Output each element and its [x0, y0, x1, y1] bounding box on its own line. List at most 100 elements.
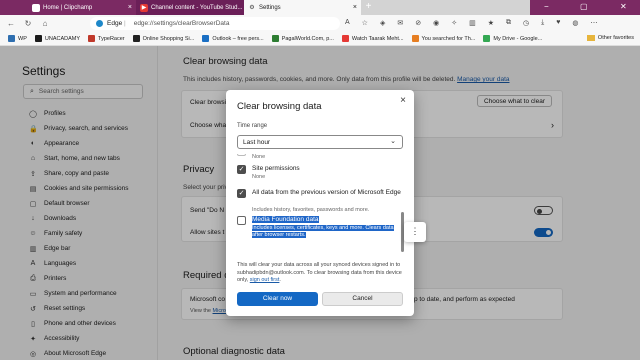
option-subtext: None [252, 174, 266, 180]
more-options-icon[interactable]: ⋮ [404, 222, 426, 242]
close-tab-icon[interactable]: × [350, 4, 357, 11]
tab-strip: Home | Clipchamp × ▶ Channel content - Y… [0, 0, 640, 15]
history-icon[interactable]: ◷ [523, 19, 529, 27]
favorite-label: UNACADAMY [44, 35, 81, 42]
favorite-item[interactable]: You searched for Th... [411, 35, 476, 42]
option-subtext: None [252, 154, 266, 160]
data-option-previous-edge[interactable]: ✓ All data from the previous version of … [237, 188, 401, 214]
favorites-bar: WP UNACADAMY TypeRacer Online Shopping S… [0, 32, 640, 46]
favorite-item[interactable]: Outlook – free pers... [202, 35, 264, 42]
home-icon[interactable]: ⌂ [39, 19, 51, 28]
clipchamp-icon [32, 3, 40, 12]
time-range-value: Last hour [243, 138, 271, 146]
close-window-icon[interactable]: ✕ [620, 2, 627, 11]
favorite-label: WP [18, 35, 27, 42]
favorite-item[interactable]: TypeRacer [88, 35, 125, 42]
option-subtext: Includes licenses, certificates, keys an… [252, 225, 394, 238]
option-checkbox[interactable] [237, 154, 246, 156]
favicon [8, 35, 15, 42]
favorite-item[interactable]: Online Shopping Si... [132, 35, 195, 42]
sign-out-link[interactable]: sign out first [250, 277, 280, 283]
favorite-label: You searched for Th... [421, 35, 476, 42]
option-title: All data from the previous version of Mi… [252, 189, 401, 196]
tab-title: Channel content - YouTube Stud... [151, 4, 243, 11]
folder-icon [586, 35, 595, 41]
favorite-label: Online Shopping Si... [142, 35, 195, 42]
extension-icon[interactable]: ◉ [433, 19, 439, 27]
option-checkbox[interactable]: ✓ [237, 165, 246, 174]
favorite-label: TypeRacer [98, 35, 125, 42]
favorite-label: My Drive - Google... [493, 35, 543, 42]
back-icon[interactable]: ← [5, 19, 17, 28]
favorite-item[interactable]: PagalWorld.Com, p... [271, 35, 334, 42]
extension-icon[interactable]: ♥ [556, 19, 560, 27]
gear-icon: ⚙ [249, 5, 255, 11]
tab-clipchamp[interactable]: Home | Clipchamp × [28, 0, 136, 15]
extension-icon[interactable]: ◈ [380, 19, 385, 27]
read-aloud-icon[interactable]: A [345, 19, 350, 27]
collections-icon[interactable]: ⧉ [506, 19, 511, 27]
close-icon[interactable]: × [400, 95, 406, 106]
favorite-label: Outlook – free pers... [212, 35, 264, 42]
favorite-item[interactable]: My Drive - Google... [483, 35, 542, 42]
time-range-label: Time range [237, 123, 268, 129]
option-subtext: Includes history, favorites, passwords a… [252, 207, 370, 213]
tab-title: Home | Clipchamp [43, 4, 93, 11]
favicon [202, 35, 210, 42]
favorite-item[interactable]: Watch Taarak Meht... [341, 35, 404, 42]
edge-icon [96, 20, 103, 27]
close-tab-icon[interactable]: × [125, 4, 132, 11]
time-range-select[interactable]: Last hour ⌄ [237, 135, 403, 149]
other-favorites-label: Other favorites [597, 35, 634, 41]
extension-icon[interactable]: ⊘ [415, 19, 421, 27]
option-checkbox[interactable]: ✓ [237, 189, 246, 198]
data-options-list[interactable]: None ✓ Site permissions None ✓ All data … [237, 154, 407, 248]
favorite-label: Watch Taarak Meht... [351, 35, 404, 42]
data-option-cached[interactable]: None [237, 154, 401, 162]
profile-icon[interactable]: ◍ [572, 19, 578, 27]
url-path: edge://settings/clearBrowserData [133, 20, 230, 27]
favicon [271, 35, 279, 42]
youtube-icon: ▶ [140, 3, 148, 12]
option-checkbox[interactable] [237, 216, 246, 225]
clear-browsing-data-dialog: Clear browsing data × Time range Last ho… [226, 90, 414, 316]
tab-youtube-studio[interactable]: ▶ Channel content - YouTube Stud... × [136, 0, 244, 15]
clear-now-button[interactable]: Clear now [237, 292, 318, 306]
favorite-star-icon[interactable]: ☆ [362, 19, 368, 27]
tab-title: Settings [259, 4, 281, 11]
window-controls: − ▢ ✕ [530, 0, 640, 15]
more-icon[interactable]: ⋯ [590, 19, 597, 27]
refresh-icon[interactable]: ↻ [22, 19, 34, 28]
chevron-down-icon: ⌄ [390, 138, 396, 145]
address-bar-row: ← ↻ ⌂ Edge | edge://settings/clearBrowse… [0, 15, 640, 32]
favorites-icon[interactable]: ★ [488, 19, 494, 27]
cancel-button[interactable]: Cancel [322, 292, 403, 306]
favicon [34, 35, 42, 42]
favicon [88, 35, 96, 42]
favicon [341, 35, 349, 42]
tab-strip-left [0, 0, 28, 15]
favorite-label: PagalWorld.Com, p... [281, 35, 334, 42]
toolbar-icons: A ☆ ◈ ✉ ⊘ ◉ ✧ ▥ ★ ⧉ ◷ ⤓ ♥ ◍ ⋯ [345, 19, 597, 27]
data-option-media-foundation[interactable]: Media Foundation data Includes licenses,… [237, 216, 401, 246]
favorite-item[interactable]: UNACADAMY [34, 35, 81, 42]
new-tab-button[interactable]: + [363, 2, 374, 13]
split-screen-icon[interactable]: ▥ [469, 19, 476, 27]
data-option-site-permissions[interactable]: ✓ Site permissions None [237, 164, 401, 186]
minimize-icon[interactable]: − [544, 2, 549, 11]
option-title: Media Foundation data [252, 216, 319, 223]
favorite-item[interactable]: WP [8, 35, 27, 42]
sync-note: This will clear your data across all you… [237, 262, 402, 283]
favicon [483, 35, 491, 42]
downloads-icon[interactable]: ⤓ [541, 19, 544, 27]
other-favorites[interactable]: Other favorites [586, 35, 634, 41]
extensions-icon[interactable]: ✧ [451, 19, 457, 27]
dialog-title: Clear browsing data [237, 101, 322, 112]
extension-icon[interactable]: ✉ [397, 19, 403, 27]
option-title: Site permissions [252, 165, 300, 172]
favicon [132, 35, 140, 42]
address-input[interactable]: Edge | edge://settings/clearBrowserData [90, 17, 340, 30]
maximize-icon[interactable]: ▢ [580, 2, 588, 11]
tab-settings[interactable]: ⚙ Settings × [244, 0, 361, 15]
favicon [411, 35, 419, 42]
